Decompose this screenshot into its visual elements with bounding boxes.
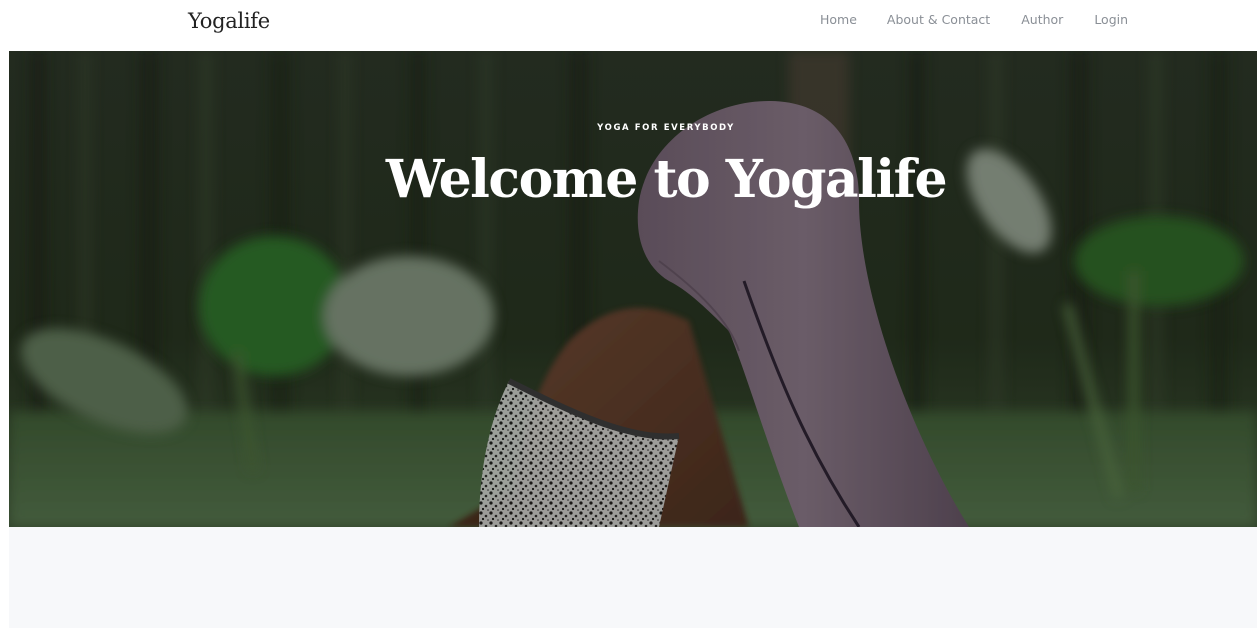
nav-link-about-contact[interactable]: About & Contact <box>887 12 990 27</box>
content-section <box>9 527 1257 628</box>
nav-link-home[interactable]: Home <box>820 12 857 27</box>
nav-link-login[interactable]: Login <box>1094 12 1128 27</box>
nav-menu: Home About & Contact Author Login <box>820 12 1128 27</box>
nav-link-author[interactable]: Author <box>1021 12 1063 27</box>
hero-eyebrow: YOGA FOR EVERYBODY <box>597 123 735 133</box>
hero-title: Welcome to Yogalife <box>385 149 948 210</box>
hero-banner: YOGA FOR EVERYBODY Welcome to Yogalife <box>9 51 1257 527</box>
brand-logo[interactable]: Yogalife <box>188 9 270 33</box>
top-navbar: Yogalife Home About & Contact Author Log… <box>0 0 1257 51</box>
